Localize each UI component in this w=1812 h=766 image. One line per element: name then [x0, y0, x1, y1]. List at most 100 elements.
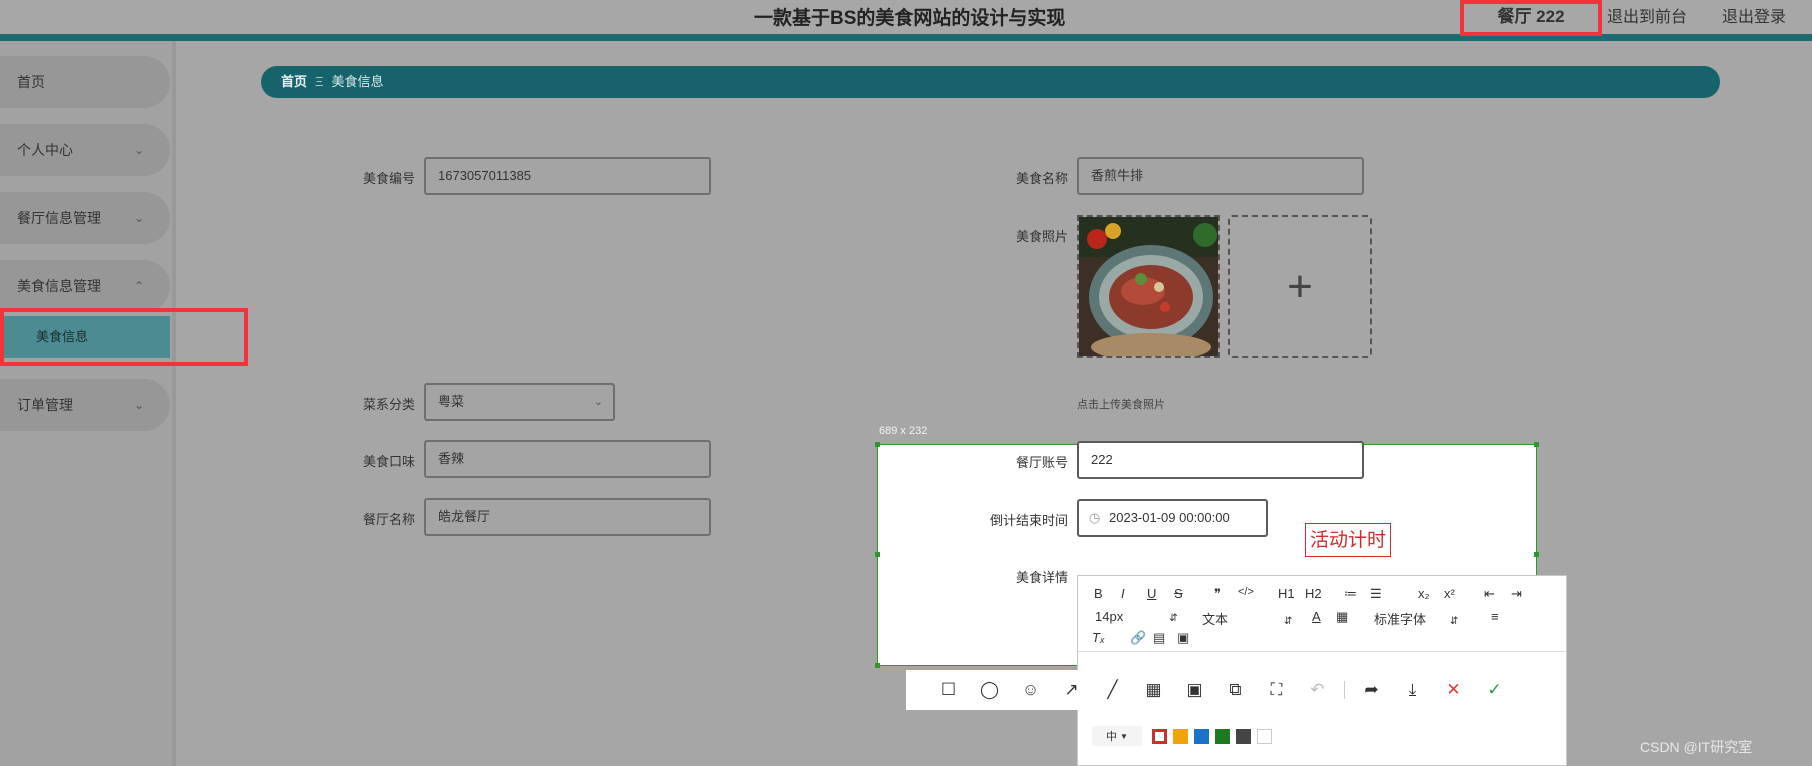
paragraph-select[interactable]: 文本 ⇵: [1202, 609, 1292, 628]
upload-photo-button[interactable]: +: [1228, 215, 1372, 358]
mosaic-tool-icon[interactable]: ▦: [1133, 670, 1174, 710]
color-swatch-orange[interactable]: [1173, 728, 1188, 744]
emoji-tool-icon[interactable]: ☺: [1010, 670, 1051, 710]
color-swatch-white[interactable]: [1257, 728, 1272, 744]
cuisine-select[interactable]: 粤菜 ⌄: [424, 383, 615, 421]
sidebar-item-label: 订单管理: [17, 397, 73, 413]
caret-down-icon: ▼: [1120, 731, 1128, 741]
superscript-button[interactable]: x²: [1444, 586, 1455, 601]
clear-format-icon[interactable]: Tₓ: [1092, 630, 1105, 645]
capture-handle[interactable]: [1534, 442, 1539, 447]
breadcrumb-separator: Ξ: [315, 74, 324, 89]
sidebar-item-label: 首页: [17, 74, 45, 90]
restaurant-account-field[interactable]: 222: [1077, 441, 1364, 479]
undo-icon[interactable]: ↶: [1297, 670, 1338, 710]
chevron-up-icon: ⌃: [133, 279, 144, 293]
share-icon[interactable]: ➦: [1351, 670, 1392, 710]
close-icon[interactable]: ✕: [1433, 670, 1474, 710]
food-name-field[interactable]: 香煎牛排: [1077, 157, 1364, 195]
ordered-list-button[interactable]: ≔: [1344, 586, 1357, 602]
sidebar-item-personal-center[interactable]: 个人中心 ⌄: [0, 124, 170, 176]
sidebar-subitem-food-info[interactable]: 美食信息: [4, 316, 170, 358]
capture-text-annotation[interactable]: 活动计时: [1305, 523, 1392, 557]
toolbar-separator: [1344, 681, 1345, 699]
pin-tool-icon[interactable]: ⧉: [1215, 670, 1256, 710]
upload-photo-hint: 点击上传美食照片: [1077, 399, 1165, 411]
ellipse-tool-icon[interactable]: ◯: [969, 670, 1010, 710]
video-icon[interactable]: ▣: [1177, 630, 1189, 646]
align-left-icon[interactable]: ≡: [1491, 609, 1499, 624]
food-name-label: 美食名称: [1015, 171, 1068, 186]
line-tool-icon[interactable]: ╱: [1092, 670, 1133, 710]
indent-button[interactable]: ⇥: [1511, 586, 1522, 602]
capture-handle[interactable]: [1534, 552, 1539, 557]
taste-label: 美食口味: [362, 454, 415, 469]
h1-button[interactable]: H1: [1278, 586, 1295, 601]
food-id-field[interactable]: 1673057011385: [424, 157, 711, 195]
outdent-button[interactable]: ⇤: [1484, 586, 1495, 602]
h2-button[interactable]: H2: [1305, 586, 1322, 601]
code-button[interactable]: </>: [1238, 586, 1254, 598]
font-size-select[interactable]: 14px ⇵: [1095, 609, 1178, 624]
sidebar-item-label: 美食信息管理: [17, 278, 101, 294]
color-swatch-green[interactable]: [1215, 728, 1230, 744]
color-swatch-blue[interactable]: [1194, 728, 1209, 744]
sidebar: 首页 个人中心 ⌄ 餐厅信息管理 ⌄ 美食信息管理 ⌃ 订单管理 ⌄: [0, 41, 176, 766]
font-family-select[interactable]: 标准字体 ⇵: [1374, 609, 1458, 628]
food-photo-thumbnail[interactable]: [1077, 215, 1220, 358]
restaurant-name-field[interactable]: 皓龙餐厅: [424, 498, 711, 536]
restaurant-name-label: 餐厅名称: [362, 512, 415, 527]
editor-divider: [1078, 651, 1566, 652]
bullet-list-button[interactable]: ☰: [1370, 586, 1382, 602]
countdown-end-field[interactable]: ◷ 2023-01-09 00:00:00: [1077, 499, 1268, 537]
taste-field[interactable]: 香辣: [424, 440, 711, 478]
exit-to-frontend-link[interactable]: 退出到前台: [1607, 3, 1687, 27]
capture-toolbar: ☐ ◯ ☺ ↗ ╱ ▦ ▣ ⧉ ⛶ ↶ ➦ ⤓ ✕ ✓: [906, 670, 1536, 710]
ocr-tool-icon[interactable]: ⛶: [1256, 670, 1297, 710]
countdown-end-label: 倒计结束时间: [989, 513, 1068, 528]
breadcrumb-current: 美食信息: [331, 74, 384, 89]
sidebar-item-order-management[interactable]: 订单管理 ⌄: [0, 379, 170, 431]
capture-handle[interactable]: [875, 663, 880, 668]
chevron-down-icon: ⌄: [133, 211, 144, 225]
chevron-down-icon: ⌄: [593, 396, 603, 408]
bold-button[interactable]: B: [1094, 586, 1103, 601]
link-icon[interactable]: 🔗: [1130, 630, 1146, 646]
updown-icon: ⇵: [1450, 616, 1459, 627]
subscript-button[interactable]: x₂: [1418, 586, 1430, 601]
strike-button[interactable]: S: [1174, 586, 1183, 601]
sidebar-item-home[interactable]: 首页: [0, 56, 170, 108]
font-color-icon[interactable]: A: [1312, 609, 1321, 624]
confirm-check-icon[interactable]: ✓: [1474, 670, 1515, 710]
quote-button[interactable]: ❞: [1214, 586, 1221, 602]
color-swatch-gray[interactable]: [1236, 728, 1251, 744]
download-icon[interactable]: ⤓: [1392, 670, 1433, 710]
text-tool-icon[interactable]: ▣: [1174, 670, 1215, 710]
chevron-down-icon: ⌄: [133, 398, 144, 412]
countdown-end-value: 2023-01-09 00:00:00: [1109, 510, 1230, 525]
sidebar-item-food-management[interactable]: 美食信息管理 ⌃: [0, 260, 170, 312]
font-size-value: 14px: [1095, 609, 1124, 624]
capture-size-label: 689 x 232: [879, 425, 928, 437]
underline-button[interactable]: U: [1147, 586, 1156, 601]
brush-size-select[interactable]: 中 ▼: [1092, 726, 1142, 746]
capture-handle[interactable]: [875, 442, 880, 447]
rectangle-tool-icon[interactable]: ☐: [928, 670, 969, 710]
details-label: 美食详情: [1015, 570, 1068, 585]
chevron-down-icon: ⌄: [133, 143, 144, 157]
cuisine-select-value: 粤菜: [438, 394, 465, 409]
breadcrumb-home[interactable]: 首页: [281, 74, 307, 89]
food-photo-label: 美食照片: [1015, 229, 1068, 244]
image-icon[interactable]: ▤: [1153, 630, 1165, 646]
highlight-color-icon[interactable]: ▦: [1336, 609, 1348, 625]
sidebar-item-label: 餐厅信息管理: [17, 210, 101, 226]
arrow-tool-icon[interactable]: ↗: [1051, 670, 1092, 710]
sidebar-item-label: 个人中心: [17, 142, 73, 158]
paragraph-value: 文本: [1202, 612, 1229, 627]
breadcrumb: 首页 Ξ 美食信息: [261, 66, 1720, 98]
color-swatch-red[interactable]: [1152, 728, 1167, 744]
italic-button[interactable]: I: [1121, 586, 1125, 601]
capture-handle[interactable]: [875, 552, 880, 557]
logout-link[interactable]: 退出登录: [1722, 3, 1786, 27]
sidebar-item-restaurant-management[interactable]: 餐厅信息管理 ⌄: [0, 192, 170, 244]
